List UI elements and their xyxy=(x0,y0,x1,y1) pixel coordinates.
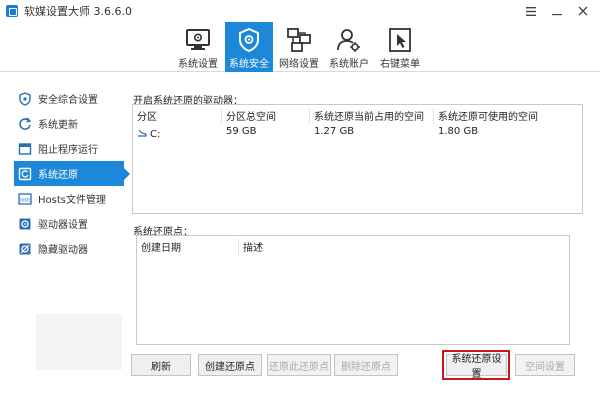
tab-context-menu[interactable]: 右键菜单 xyxy=(376,22,424,72)
hide-drive-icon xyxy=(18,242,32,256)
tab-network-settings[interactable]: 网络设置 xyxy=(275,22,323,72)
drives-list[interactable]: 分区 分区总空间 系统还原当前占用的空间 系统还原可使用的空间 C: 59 GB… xyxy=(132,104,583,214)
drives-list-header: 分区 分区总空间 系统还原当前占用的空间 系统还原可使用的空间 xyxy=(133,108,582,124)
table-cell: 1.27 GB xyxy=(314,126,355,137)
menu-icon[interactable] xyxy=(518,2,544,20)
sidebar-item-hide-drive[interactable]: 隐藏驱动器 xyxy=(14,236,124,261)
user-accounts-icon xyxy=(336,27,362,53)
table-cell: 1.80 GB xyxy=(438,126,479,137)
drive-settings-icon xyxy=(18,217,32,231)
column-header[interactable]: 分区总空间 xyxy=(222,108,310,124)
top-toolbar: 系统设置 系统安全 网络设置 系统账户 右键菜单 xyxy=(0,22,600,72)
tab-system-settings[interactable]: 系统设置 xyxy=(174,22,222,72)
sidebar-item-label: 安全综合设置 xyxy=(38,95,98,106)
minimize-icon[interactable] xyxy=(544,2,570,20)
sidebar-item-system-update[interactable]: 系统更新 xyxy=(14,111,124,136)
tab-label: 网络设置 xyxy=(279,59,319,70)
app-logo-icon xyxy=(6,5,18,17)
sidebar-item-label: 驱动器设置 xyxy=(38,220,88,231)
create-restore-point-button[interactable]: 创建还原点 xyxy=(198,354,262,376)
blurred-image xyxy=(36,314,122,370)
tab-label: 系统账户 xyxy=(329,59,369,70)
svg-text:hosts: hosts xyxy=(18,197,32,203)
restore-points-list[interactable]: 创建日期 描述 xyxy=(136,235,570,345)
column-header[interactable]: 系统还原可使用的空间 xyxy=(434,108,574,124)
cursor-menu-icon xyxy=(387,27,413,53)
sidebar-item-label: 系统还原 xyxy=(38,170,78,181)
drive-letter: C: xyxy=(150,128,161,140)
shield-settings-icon xyxy=(18,91,32,106)
sidebar-item-drive-settings[interactable]: 驱动器设置 xyxy=(14,211,124,236)
drive-icon xyxy=(137,129,147,140)
tab-system-accounts[interactable]: 系统账户 xyxy=(325,22,373,72)
sidebar-item-label: 系统更新 xyxy=(38,120,78,131)
refresh-button[interactable]: 刷新 xyxy=(131,354,191,376)
network-icon xyxy=(286,27,312,53)
sidebar-item-hosts[interactable]: hosts Hosts文件管理 xyxy=(14,186,124,211)
sidebar-item-label: Hosts文件管理 xyxy=(38,195,106,206)
sidebar-item-system-restore[interactable]: 系统还原 xyxy=(14,161,130,186)
shield-icon xyxy=(236,27,262,53)
system-settings-icon xyxy=(185,27,211,53)
table-cell: C: xyxy=(133,126,222,142)
restore-points-list-header: 创建日期 描述 xyxy=(137,239,569,255)
window-controls xyxy=(518,2,596,20)
column-header[interactable]: 系统还原当前占用的空间 xyxy=(310,108,434,124)
highlight-box xyxy=(442,350,510,380)
tab-label: 系统安全 xyxy=(229,59,269,70)
table-cell: 59 GB xyxy=(226,126,257,137)
column-header[interactable]: 分区 xyxy=(133,108,222,124)
delete-restore-point-button[interactable]: 删除还原点 xyxy=(334,354,398,376)
title-bar: 软媒设置大师 3.6.6.0 xyxy=(0,0,600,22)
sidebar-item-block-program[interactable]: 阻止程序运行 xyxy=(14,136,124,161)
sidebar-item-security-overview[interactable]: 安全综合设置 xyxy=(14,86,124,111)
restore-icon xyxy=(18,167,32,181)
space-settings-button[interactable]: 空间设置 xyxy=(515,354,575,376)
close-icon[interactable] xyxy=(570,2,596,20)
tab-system-security[interactable]: 系统安全 xyxy=(225,22,273,72)
block-program-icon xyxy=(18,142,32,156)
window-title: 软媒设置大师 3.6.6.0 xyxy=(24,5,132,18)
sidebar: 安全综合设置 系统更新 阻止程序运行 系统还原 hosts Hosts文件管理 … xyxy=(14,86,130,261)
restore-this-point-button[interactable]: 还原此还原点 xyxy=(267,354,331,376)
tab-label: 系统设置 xyxy=(178,59,218,70)
tab-label: 右键菜单 xyxy=(380,59,420,70)
column-header[interactable]: 描述 xyxy=(239,239,419,255)
sidebar-item-label: 阻止程序运行 xyxy=(38,145,98,156)
refresh-icon xyxy=(18,117,32,131)
column-header[interactable]: 创建日期 xyxy=(137,239,239,255)
hosts-icon: hosts xyxy=(18,192,32,206)
table-row[interactable]: C: 59 GB 1.27 GB 1.80 GB xyxy=(133,126,582,142)
sidebar-item-label: 隐藏驱动器 xyxy=(38,245,88,256)
